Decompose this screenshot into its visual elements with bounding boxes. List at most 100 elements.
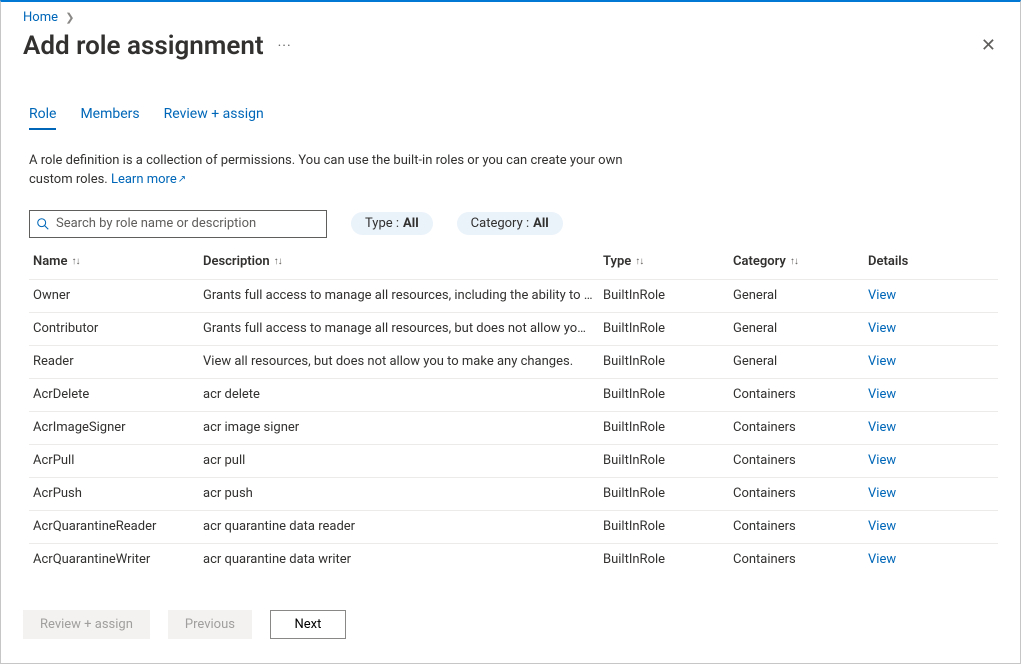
table-row[interactable]: ReaderView all resources, but does not a… [29,345,998,378]
col-description-label: Description [203,254,270,269]
cell-name: Owner [33,288,203,303]
col-details: Details [868,254,968,269]
close-button[interactable]: ✕ [975,29,1002,62]
col-type-label: Type [603,254,631,269]
cell-description: acr pull [203,453,603,468]
cell-description: acr quarantine data reader [203,519,603,534]
cell-description: acr delete [203,387,603,402]
cell-name: Contributor [33,321,203,336]
tab-members[interactable]: Members [80,106,139,130]
search-input[interactable] [56,216,320,231]
cell-category: Containers [733,519,868,534]
search-input-wrapper[interactable] [29,210,327,238]
cell-type: BuiltInRole [603,354,733,369]
view-link[interactable]: View [868,321,896,336]
col-name-label: Name [33,254,67,269]
cell-details: View [868,420,968,435]
cell-category: General [733,288,868,303]
cell-description: Grants full access to manage all resourc… [203,288,603,303]
cell-description: acr quarantine data writer [203,552,603,567]
cell-type: BuiltInRole [603,552,733,567]
col-category[interactable]: Category ↑↓ [733,254,868,269]
col-name[interactable]: Name ↑↓ [33,254,203,269]
horizontal-scrollbar[interactable] [1,647,1020,663]
table-row[interactable]: ContributorGrants full access to manage … [29,312,998,345]
chevron-right-icon: ❯ [65,11,74,24]
col-type[interactable]: Type ↑↓ [603,254,733,269]
cell-details: View [868,387,968,402]
view-link[interactable]: View [868,486,896,501]
breadcrumb: Home ❯ [23,10,1002,25]
table-row[interactable]: AcrDeleteacr deleteBuiltInRoleContainers… [29,378,998,411]
table-row[interactable]: AcrPullacr pullBuiltInRoleContainersView [29,444,998,477]
view-link[interactable]: View [868,288,896,303]
filter-category-value: All [533,216,549,231]
cell-type: BuiltInRole [603,486,733,501]
col-details-label: Details [868,254,908,269]
cell-details: View [868,453,968,468]
cell-name: AcrQuarantineWriter [33,552,203,567]
cell-details: View [868,552,968,567]
cell-description: Grants full access to manage all resourc… [203,321,603,336]
more-actions-button[interactable]: ··· [278,38,292,54]
cell-description: View all resources, but does not allow y… [203,354,603,369]
cell-category: General [733,321,868,336]
cell-name: AcrDelete [33,387,203,402]
cell-category: Containers [733,552,868,567]
breadcrumb-home[interactable]: Home [23,10,58,25]
filter-category-label: Category : [471,216,529,231]
cell-details: View [868,354,968,369]
view-link[interactable]: View [868,420,896,435]
table-row[interactable]: AcrQuarantineWriteracr quarantine data w… [29,543,998,576]
table-row[interactable]: AcrImageSigneracr image signerBuiltInRol… [29,411,998,444]
tab-review-assign[interactable]: Review + assign [164,106,264,130]
cell-type: BuiltInRole [603,420,733,435]
cell-description: acr image signer [203,420,603,435]
table-row[interactable]: AcrQuarantineReaderacr quarantine data r… [29,510,998,543]
filter-type[interactable]: Type : All [351,212,433,235]
filter-category[interactable]: Category : All [457,212,563,235]
cell-category: Containers [733,486,868,501]
learn-more-link[interactable]: Learn more↗ [111,172,186,187]
cell-details: View [868,519,968,534]
cell-type: BuiltInRole [603,519,733,534]
col-category-label: Category [733,254,786,269]
view-link[interactable]: View [868,387,896,402]
sort-icon: ↑↓ [274,256,282,267]
view-link[interactable]: View [868,519,896,534]
cell-details: View [868,486,968,501]
cell-type: BuiltInRole [603,453,733,468]
cell-name: AcrPush [33,486,203,501]
view-link[interactable]: View [868,453,896,468]
roles-table: Name ↑↓ Description ↑↓ Type ↑↓ Category … [29,246,998,576]
cell-type: BuiltInRole [603,288,733,303]
search-icon [36,217,50,231]
view-link[interactable]: View [868,552,896,567]
cell-name: AcrImageSigner [33,420,203,435]
cell-description: acr push [203,486,603,501]
cell-name: AcrQuarantineReader [33,519,203,534]
cell-type: BuiltInRole [603,321,733,336]
next-button[interactable]: Next [270,610,346,639]
page-title: Add role assignment [23,31,264,61]
cell-details: View [868,321,968,336]
col-description[interactable]: Description ↑↓ [203,254,603,269]
view-link[interactable]: View [868,354,896,369]
cell-category: Containers [733,453,868,468]
table-row[interactable]: AcrPushacr pushBuiltInRoleContainersView [29,477,998,510]
filter-type-value: All [403,216,419,231]
cell-category: Containers [733,387,868,402]
cell-category: Containers [733,420,868,435]
sort-icon: ↑↓ [790,256,798,267]
cell-category: General [733,354,868,369]
filter-type-label: Type : [365,216,399,231]
sort-icon: ↑↓ [71,256,79,267]
table-row[interactable]: OwnerGrants full access to manage all re… [29,279,998,312]
review-assign-button: Review + assign [23,610,150,639]
previous-button: Previous [168,610,252,639]
footer: Review + assign Previous Next [1,596,1020,647]
tab-role[interactable]: Role [29,106,56,130]
cell-details: View [868,288,968,303]
table-header: Name ↑↓ Description ↑↓ Type ↑↓ Category … [29,246,998,279]
learn-more-label: Learn more [111,172,177,187]
